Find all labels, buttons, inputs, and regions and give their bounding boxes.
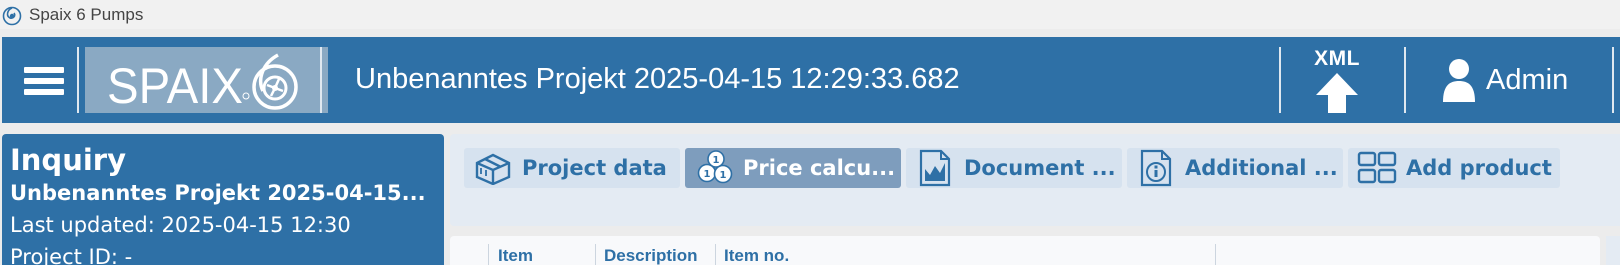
column-header-item[interactable]: Item: [498, 246, 533, 265]
app-header: SPAIX Unbenanntes Projekt 2025-04-15 12:…: [2, 37, 1620, 123]
products-table: Item Description Item no.: [450, 236, 1600, 265]
hamburger-menu-icon[interactable]: [24, 67, 64, 97]
xml-label: XML: [1314, 47, 1360, 70]
window-title: Spaix 6 Pumps: [29, 4, 144, 24]
column-header-item-no[interactable]: Item no.: [724, 246, 789, 265]
inquiry-project-name: Unbenanntes Projekt 2025-04-15...: [10, 181, 426, 205]
upload-arrow-icon: [1316, 73, 1358, 113]
tab-add-product[interactable]: Add product: [1348, 148, 1560, 188]
spaix-app-icon: [2, 6, 22, 25]
logo-wordmark: SPAIX: [107, 58, 243, 113]
user-name: Admin: [1486, 63, 1569, 96]
inquiry-project-id: Project ID: -: [10, 245, 133, 265]
chart-document-icon: [914, 149, 956, 187]
window-titlebar: Spaix 6 Pumps: [0, 0, 1620, 29]
box-icon: [472, 149, 514, 187]
tab-label: Add product: [1406, 156, 1552, 180]
tabs-panel: Project data 1 1 1 Price calcu... Docume…: [450, 134, 1620, 226]
project-title: Unbenanntes Projekt 2025-04-15 12:29:33.…: [355, 63, 960, 95]
header-divider: [1279, 47, 1281, 113]
column-header-description[interactable]: Description: [604, 246, 698, 265]
tab-project-data[interactable]: Project data: [464, 148, 680, 188]
header-divider: [1404, 47, 1406, 113]
column-separator: [488, 244, 489, 265]
coins-icon: 1 1 1: [693, 149, 735, 187]
svg-text:1: 1: [713, 155, 720, 166]
inquiry-panel: Inquiry Unbenanntes Projekt 2025-04-15..…: [2, 134, 444, 265]
inquiry-heading: Inquiry: [10, 143, 126, 177]
user-icon: [1443, 59, 1475, 102]
svg-text:1: 1: [720, 170, 727, 181]
header-divider: [77, 47, 79, 113]
user-menu-button[interactable]: Admin: [1442, 57, 1568, 103]
header-divider: [320, 47, 322, 113]
svg-text:1: 1: [704, 169, 711, 180]
column-separator: [595, 244, 596, 265]
xml-export-button[interactable]: XML: [1299, 47, 1375, 117]
header-divider: [1612, 47, 1614, 113]
grid-icon: [1356, 149, 1398, 187]
spaix-logo: SPAIX: [85, 47, 328, 114]
info-document-icon: [1135, 149, 1177, 187]
tab-label: Price calcu...: [743, 156, 896, 180]
tab-label: Project data: [522, 156, 667, 180]
tab-additional[interactable]: Additional ...: [1127, 148, 1343, 188]
tab-label: Additional ...: [1185, 156, 1338, 180]
tab-price-calculation[interactable]: 1 1 1 Price calcu...: [685, 148, 901, 188]
spaix-logo-icon: SPAIX: [107, 53, 298, 114]
tab-label: Document ...: [964, 156, 1116, 180]
column-separator: [715, 244, 716, 265]
inquiry-last-updated: Last updated: 2025-04-15 12:30: [10, 213, 351, 237]
right-panel-edge: [1606, 236, 1620, 265]
tab-document[interactable]: Document ...: [906, 148, 1122, 188]
column-separator: [1215, 244, 1216, 265]
